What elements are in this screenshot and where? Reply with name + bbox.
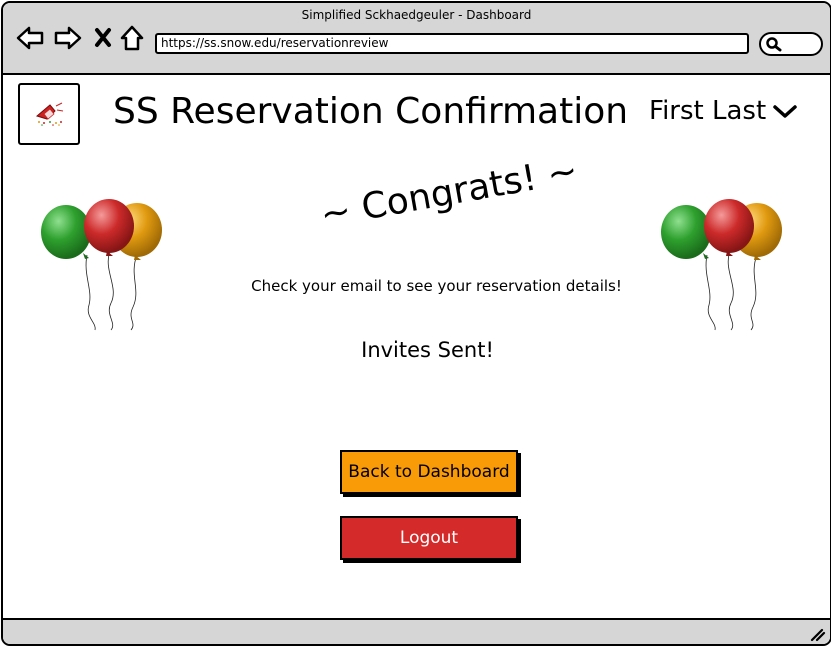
resize-grip-icon[interactable] <box>808 626 826 642</box>
back-arrow-icon[interactable] <box>15 23 45 53</box>
back-to-dashboard-button[interactable]: Back to Dashboard <box>340 450 518 494</box>
browser-window: Simplified Sckhaedgeuler - Dashboard htt… <box>1 1 831 646</box>
close-x-icon[interactable] <box>91 23 121 53</box>
browser-toolbar: Simplified Sckhaedgeuler - Dashboard htt… <box>3 3 830 75</box>
email-message: Check your email to see your reservation… <box>251 277 622 295</box>
user-name: First Last <box>649 96 767 126</box>
balloons-left-image <box>37 195 177 333</box>
logout-button[interactable]: Logout <box>340 516 518 560</box>
congrats-heading: ~ Congrats! ~ <box>317 150 581 236</box>
chevron-down-icon <box>773 104 797 118</box>
status-bar <box>3 618 830 644</box>
page-title: SS Reservation Confirmation <box>113 91 629 132</box>
invites-status: Invites Sent! <box>361 338 494 362</box>
home-icon[interactable] <box>118 23 148 53</box>
window-title: Simplified Sckhaedgeuler - Dashboard <box>301 8 532 22</box>
browser-search-box[interactable] <box>759 32 823 56</box>
forward-arrow-icon[interactable] <box>53 23 83 53</box>
url-input[interactable]: https://ss.snow.edu/reservationreview <box>155 33 749 54</box>
user-menu[interactable]: First Last <box>649 96 798 126</box>
search-icon <box>766 37 782 52</box>
app-logo[interactable] <box>18 83 80 145</box>
balloons-right-image <box>657 195 797 333</box>
